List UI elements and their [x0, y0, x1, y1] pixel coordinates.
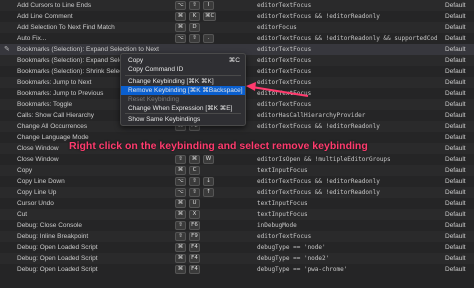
arrow-shaft — [251, 86, 309, 97]
arrow-head — [246, 82, 256, 91]
annotation-text: Right click on the keybinding and select… — [69, 140, 368, 152]
